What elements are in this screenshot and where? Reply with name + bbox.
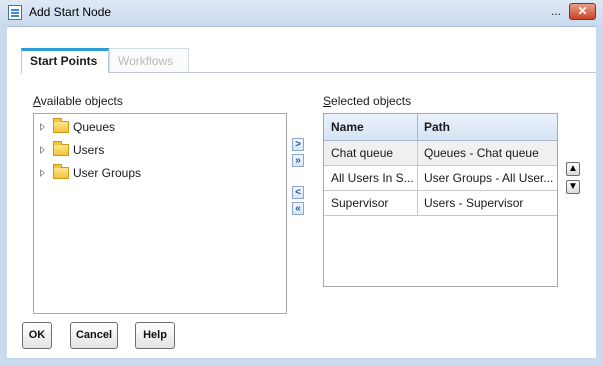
expand-arrow-icon[interactable] — [40, 146, 45, 154]
move-down-button[interactable]: ▼ — [566, 180, 580, 194]
app-icon — [8, 5, 22, 20]
move-up-button[interactable]: ▲ — [566, 162, 580, 176]
tab-workflows[interactable]: Workflows — [109, 48, 189, 73]
row-name: Supervisor — [331, 196, 389, 210]
table-row[interactable]: Supervisor Users - Supervisor — [324, 191, 557, 216]
column-divider — [417, 114, 418, 140]
column-header-name[interactable]: Name — [331, 120, 364, 134]
folder-icon — [53, 141, 69, 156]
available-objects-label: Available objects — [33, 94, 123, 108]
folder-icon — [53, 118, 69, 133]
row-name: Chat queue — [331, 146, 394, 160]
folder-icon — [53, 164, 69, 179]
tree-item-label: Queues — [73, 120, 116, 134]
selected-objects-label: Selected objects — [323, 94, 412, 108]
row-name: All Users In S... — [331, 171, 414, 185]
add-selected-button[interactable]: > — [292, 138, 304, 151]
grid-header: Name Path — [324, 114, 557, 141]
cell-divider — [417, 191, 418, 215]
table-row[interactable]: Chat queue Queues - Chat queue — [324, 141, 557, 166]
remove-selected-button[interactable]: < — [292, 186, 304, 199]
remove-all-button[interactable]: « — [292, 202, 304, 215]
table-row[interactable]: All Users In S... User Groups - All User… — [324, 166, 557, 191]
window-left-border — [0, 26, 7, 366]
cancel-button[interactable]: Cancel — [70, 322, 118, 349]
selected-objects-grid[interactable]: Name Path Chat queue Queues - Chat queue… — [323, 113, 558, 287]
tree-item-label: Users — [73, 143, 105, 157]
cell-divider — [417, 141, 418, 165]
ok-button[interactable]: OK — [22, 322, 52, 349]
window-title: Add Start Node — [29, 5, 112, 19]
window-right-border — [596, 26, 603, 366]
window-bottom-border — [7, 358, 596, 366]
column-header-path[interactable]: Path — [424, 120, 450, 134]
close-button[interactable]: ✕ — [569, 3, 596, 20]
title-bar: Add Start Node ... ✕ — [0, 0, 603, 27]
title-ellipsis: ... — [551, 4, 562, 18]
expand-arrow-icon[interactable] — [40, 169, 45, 177]
cell-divider — [417, 166, 418, 190]
help-button[interactable]: Help — [135, 322, 175, 349]
expand-arrow-icon[interactable] — [40, 123, 45, 131]
row-path: User Groups - All User... — [424, 171, 554, 185]
row-path: Users - Supervisor — [424, 196, 524, 210]
available-objects-tree[interactable]: Queues Users User Groups — [33, 113, 287, 314]
tree-item-label: User Groups — [73, 166, 142, 180]
tab-start-points[interactable]: Start Points — [21, 48, 109, 73]
add-all-button[interactable]: » — [292, 154, 304, 167]
row-path: Queues - Chat queue — [424, 146, 539, 160]
